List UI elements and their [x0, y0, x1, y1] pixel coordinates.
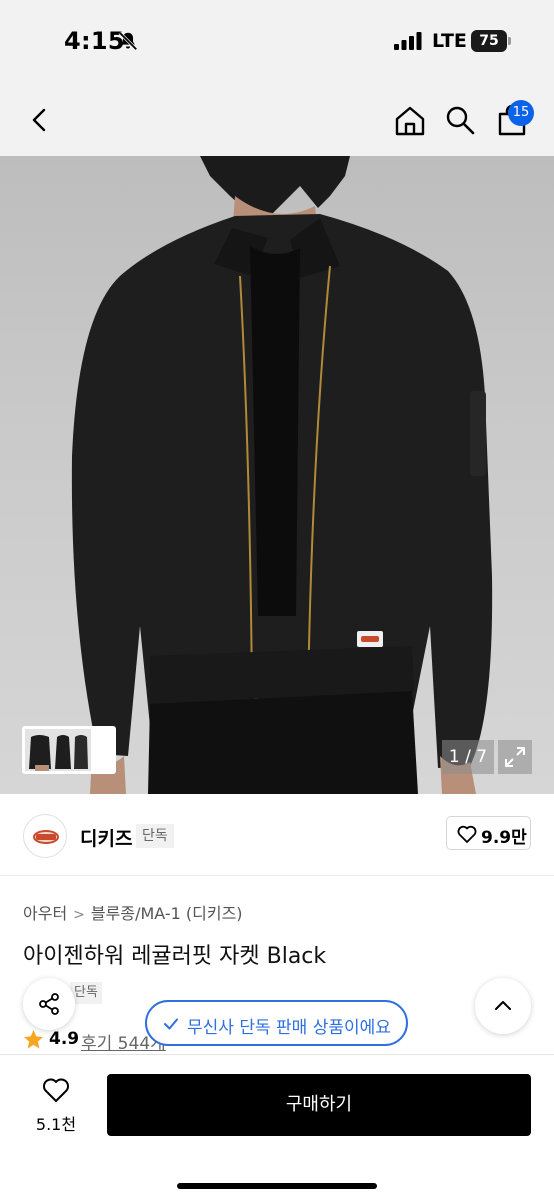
status-bar: 4:15 LTE 75 [0, 0, 554, 84]
expand-icon[interactable] [498, 740, 532, 774]
heart-icon [457, 825, 477, 843]
breadcrumb-item[interactable]: 블루종/MA-1 (디키즈) [91, 900, 243, 924]
status-time: 4:15 [64, 27, 125, 55]
battery-tip [508, 37, 511, 45]
search-icon[interactable] [444, 104, 476, 136]
brand-like-button[interactable]: 9.9만 [446, 816, 531, 850]
network-type: LTE [432, 30, 467, 52]
dickies-logo-icon [32, 830, 60, 844]
thumbnail-image[interactable] [25, 729, 91, 771]
brand-row: 디키즈 단독 9.9만 [0, 794, 554, 876]
scroll-top-button[interactable] [475, 978, 531, 1034]
image-counter: 1 / 7 [442, 740, 494, 774]
wishlist-count: 5.1천 [35, 1115, 77, 1134]
battery-level: 75 [471, 30, 507, 52]
cart-badge: 15 [508, 100, 534, 126]
back-icon[interactable] [26, 106, 54, 134]
brand-logo[interactable] [23, 814, 67, 858]
brand-exclusive-tag: 단독 [136, 824, 174, 848]
check-icon [164, 1018, 178, 1030]
share-button[interactable] [23, 978, 75, 1030]
brand-like-count: 9.9만 [481, 828, 527, 848]
home-icon[interactable] [393, 104, 427, 138]
product-photo [71, 156, 493, 794]
product-title: 아이젠하워 레귤러핏 자켓 Black [23, 944, 327, 969]
exclusive-notice-pill[interactable]: 무신사 단독 판매 상품이에요 [145, 1000, 408, 1046]
product-image-gallery[interactable]: 1 / 7 [0, 156, 554, 794]
buy-button[interactable]: 구매하기 [107, 1074, 531, 1136]
battery-icon: 75 [471, 30, 511, 52]
star-icon [24, 1030, 43, 1049]
home-indicator [177, 1183, 377, 1189]
thumbnail-photo [25, 729, 91, 771]
breadcrumb-separator: > [73, 907, 85, 923]
wishlist-button[interactable]: 5.1천 [30, 1077, 82, 1139]
chevron-up-icon [495, 1001, 511, 1010]
thumbnail-strip[interactable] [22, 726, 116, 774]
breadcrumb-item[interactable]: 아우터 [23, 900, 67, 924]
breadcrumb: 아우터 > 블루종/MA-1 (디키즈) [23, 900, 243, 924]
signal-icon [394, 32, 422, 50]
rating-value: 4.9 [49, 1029, 80, 1049]
bell-slash-icon [118, 31, 138, 51]
brand-name[interactable]: 디키즈 [80, 824, 132, 851]
share-icon [39, 993, 59, 1015]
nav-bar: 15 [0, 84, 554, 156]
bottom-action-bar: 5.1천 구매하기 [0, 1054, 554, 1200]
heart-icon [43, 1078, 69, 1102]
exclusive-notice-text: 무신사 단독 판매 상품이에요 [187, 1018, 391, 1038]
